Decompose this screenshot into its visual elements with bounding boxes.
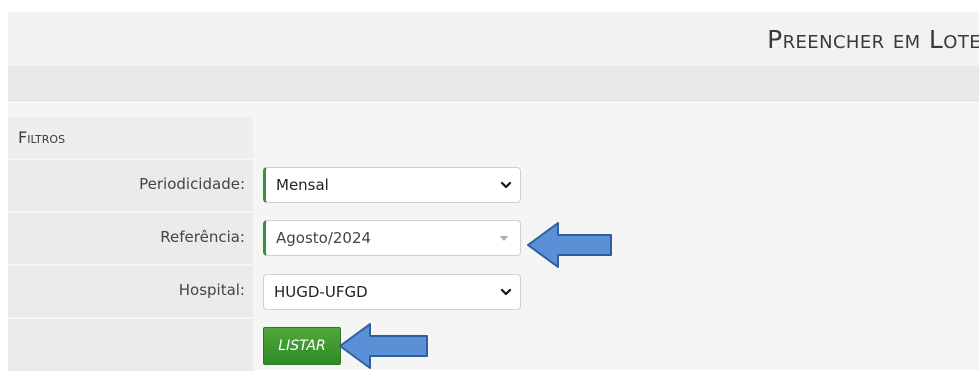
periodicidade-label-cell: Periodicidade: — [8, 159, 253, 211]
arrow-left-icon — [339, 323, 428, 369]
filters-title: Filtros — [18, 128, 66, 147]
page-title: Preencher em Lote — [767, 25, 979, 54]
hospital-label: Hospital: — [178, 281, 245, 299]
periodicidade-label: Periodicidade: — [139, 175, 245, 193]
periodicidade-value: Mensal — [276, 176, 329, 194]
chevron-down-icon — [500, 288, 512, 296]
hospital-value: HUGD-UFGD — [274, 283, 368, 301]
hospital-select[interactable]: HUGD-UFGD — [263, 274, 521, 310]
toolbar-strip — [8, 66, 979, 101]
periodicidade-select[interactable]: Mensal — [263, 167, 521, 203]
referencia-select[interactable]: Agosto/2024 — [263, 220, 521, 256]
referencia-value: Agosto/2024 — [276, 229, 372, 247]
listar-button[interactable]: LISTAR — [263, 327, 341, 365]
hospital-label-cell: Hospital: — [8, 265, 253, 317]
arrow-left-icon — [527, 222, 612, 268]
page-header: Preencher em Lote — [8, 12, 979, 66]
caret-down-icon — [500, 236, 508, 241]
referencia-label-cell: Referência: — [8, 212, 253, 264]
chevron-down-icon — [500, 181, 512, 189]
filters-header: Filtros — [8, 117, 253, 159]
action-label-cell — [8, 318, 253, 371]
referencia-label: Referência: — [160, 228, 245, 246]
